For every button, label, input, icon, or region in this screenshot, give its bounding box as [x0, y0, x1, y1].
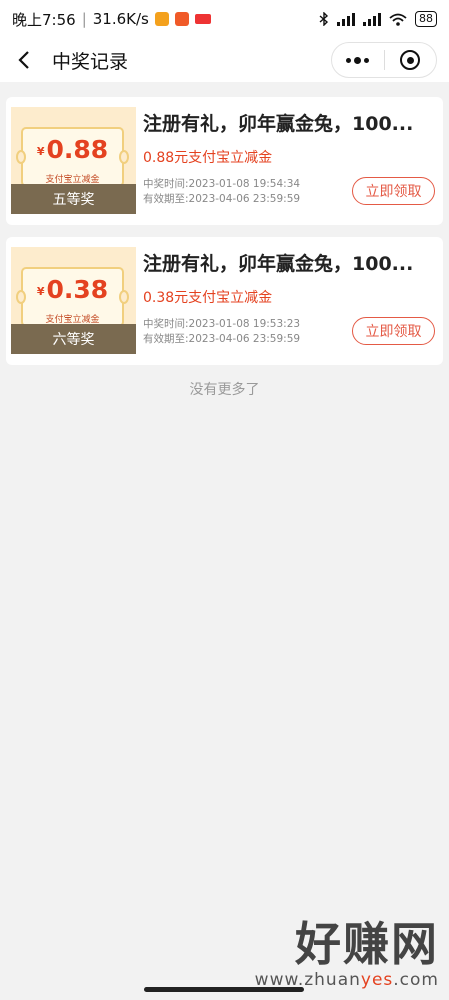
- signal-icon: [363, 12, 381, 26]
- more-button[interactable]: [332, 43, 384, 77]
- no-more-text: 没有更多了: [189, 382, 260, 398]
- claim-button[interactable]: 立即领取: [352, 177, 435, 205]
- coupon-amount: ¥0.38: [36, 275, 109, 304]
- status-bar: 晚上7:56 | 31.6K/s 88: [0, 0, 449, 38]
- target-icon: [400, 50, 421, 70]
- chevron-left-icon: [18, 51, 29, 69]
- prize-description: 0.38元支付宝立减金: [143, 290, 273, 306]
- coupon-ticket: ¥0.88 支付宝立减金: [16, 127, 129, 187]
- prize-record-list: ¥0.88 支付宝立减金 五等奖 注册有礼，卯年赢金兔，100... 0.88元…: [6, 97, 443, 377]
- win-time: 中奖时间:2023-01-08 19:54:34: [143, 178, 301, 190]
- prize-times: 中奖时间:2023-01-08 19:54:34 有效期至:2023-04-06…: [143, 177, 300, 207]
- app-notification-icon: [194, 14, 211, 24]
- more-dots-icon: [346, 56, 370, 64]
- wifi-icon: [389, 13, 407, 26]
- prize-title: 注册有礼，卯年赢金兔，100...: [143, 253, 414, 275]
- valid-until: 有效期至:2023-04-06 23:59:59: [143, 193, 301, 205]
- coupon-thumbnail: ¥0.38 支付宝立减金 六等奖: [11, 247, 136, 354]
- prize-level: 五等奖: [11, 184, 136, 214]
- claim-button[interactable]: 立即领取: [352, 317, 435, 345]
- valid-until: 有效期至:2023-04-06 23:59:59: [143, 333, 301, 345]
- app-notification-icon: [154, 12, 169, 26]
- site-watermark: 好赚网 www.zhuanyes.com: [255, 918, 439, 990]
- nav-bar: 中奖记录: [0, 38, 449, 82]
- mini-program-capsule: [331, 42, 437, 78]
- battery-indicator: 88: [415, 11, 437, 27]
- prize-title: 注册有礼，卯年赢金兔，100...: [143, 113, 414, 135]
- watermark-title: 好赚网: [295, 917, 439, 971]
- status-time: 晚上7:56: [12, 10, 76, 29]
- page-title: 中奖记录: [52, 50, 129, 73]
- network-speed: 31.6K/s: [92, 10, 149, 28]
- coupon-amount: ¥0.88: [36, 135, 109, 164]
- back-button[interactable]: [0, 38, 48, 82]
- win-time: 中奖时间:2023-01-08 19:53:23: [143, 318, 301, 330]
- signal-icon: [337, 12, 355, 26]
- close-mini-program-button[interactable]: [385, 43, 437, 77]
- bluetooth-icon: [319, 12, 329, 26]
- coupon-thumbnail: ¥0.88 支付宝立减金 五等奖: [11, 107, 136, 214]
- prize-card: ¥0.38 支付宝立减金 六等奖 注册有礼，卯年赢金兔，100... 0.38元…: [6, 237, 443, 365]
- coupon-ticket: ¥0.38 支付宝立减金: [16, 267, 129, 327]
- prize-description: 0.88元支付宝立减金: [143, 150, 273, 166]
- prize-card: ¥0.88 支付宝立减金 五等奖 注册有礼，卯年赢金兔，100... 0.88元…: [6, 97, 443, 225]
- prize-times: 中奖时间:2023-01-08 19:53:23 有效期至:2023-04-06…: [143, 317, 300, 347]
- prize-level: 六等奖: [11, 324, 136, 354]
- home-indicator[interactable]: [144, 987, 304, 992]
- app-notification-icon: [174, 12, 189, 26]
